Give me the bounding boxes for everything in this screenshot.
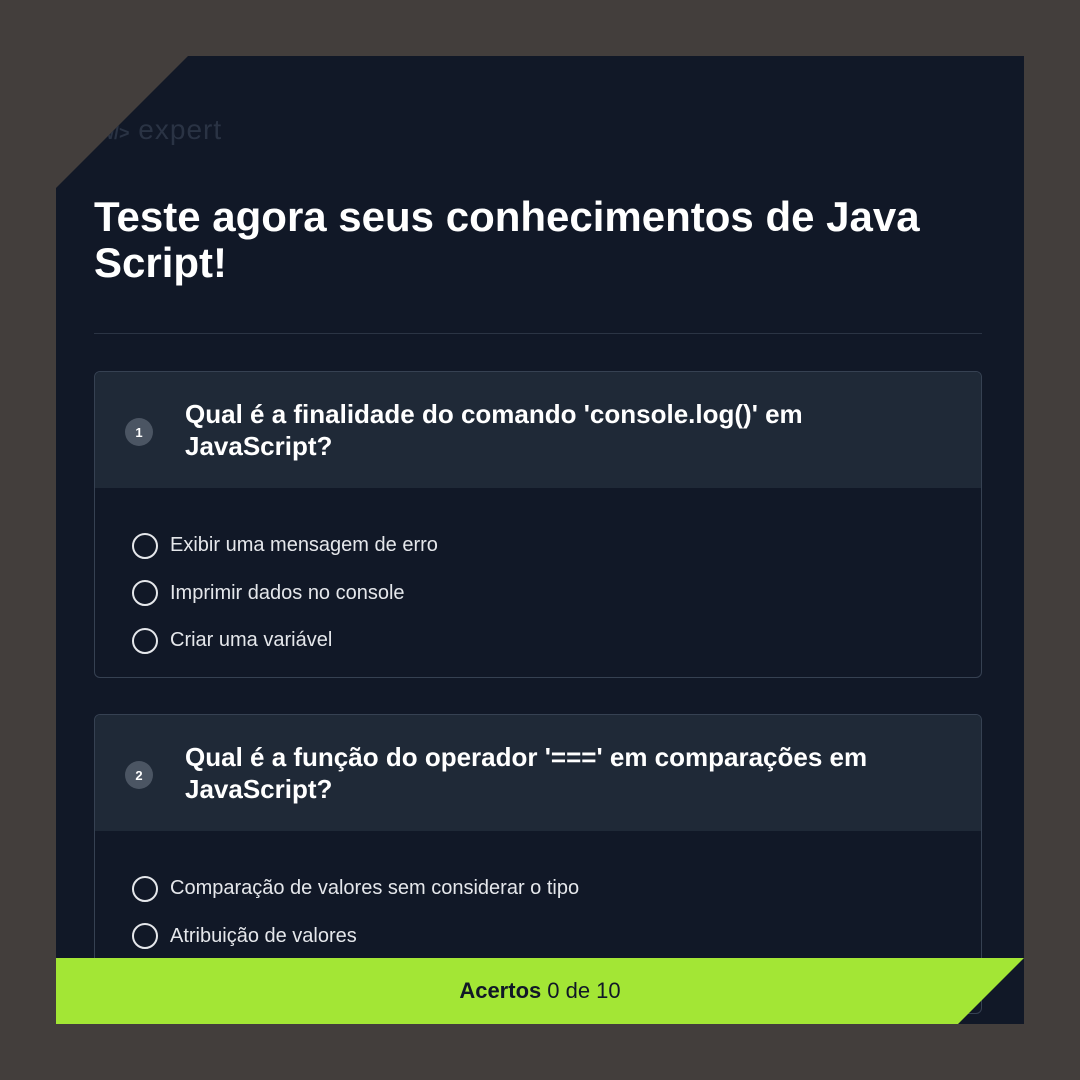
question-text: Qual é a finalidade do comando 'console.… [185, 399, 803, 461]
quiz-frame: nlw/> expert Teste agora seus conhecimen… [56, 56, 1024, 1024]
answer-option[interactable]: Imprimir dados no console [132, 570, 981, 618]
question-number-badge: 1 [125, 418, 153, 446]
answer-label: Criar uma variável [170, 629, 333, 652]
radio-button[interactable] [132, 875, 158, 902]
title-divider [94, 333, 982, 334]
answer-label: Atribuição de valores [170, 924, 357, 947]
answer-option[interactable]: Comparação de valores sem considerar o t… [132, 865, 981, 913]
answer-label: Comparação de valores sem considerar o t… [170, 877, 580, 900]
answer-option[interactable]: Exibir uma mensagem de erro [132, 522, 981, 570]
page-title: Teste agora seus conhecimentos de Java S… [94, 193, 920, 286]
answer-label: Exibir uma mensagem de erro [170, 534, 438, 557]
brand-logo: nlw/> expert [84, 114, 222, 146]
brand-name: expert [138, 114, 223, 145]
question-number-badge: 2 [125, 761, 153, 789]
score-label: Acertos [459, 978, 542, 1003]
answer-option[interactable]: Atribuição de valores [132, 913, 981, 961]
score-bar: Acertos 0 de 10 [56, 958, 1024, 1024]
radio-button[interactable] [132, 627, 158, 654]
question-card: 1 Qual é a finalidade do comando 'consol… [94, 371, 982, 678]
question-header: 2 Qual é a função do operador '===' em c… [95, 715, 981, 831]
radio-button[interactable] [132, 532, 158, 559]
answer-options: Comparação de valores sem considerar o t… [95, 831, 981, 960]
answer-option[interactable]: Criar uma variável [132, 617, 981, 665]
answer-options: Exibir uma mensagem de erro Imprimir dad… [95, 488, 981, 665]
answer-label: Imprimir dados no console [170, 581, 405, 604]
question-header: 1 Qual é a finalidade do comando 'consol… [95, 372, 981, 488]
radio-button[interactable] [132, 580, 158, 607]
question-text: Qual é a função do operador '===' em com… [185, 742, 868, 804]
brand-prefix: nlw/> [84, 123, 130, 143]
radio-button[interactable] [132, 923, 158, 950]
score-value: 0 de 10 [547, 978, 621, 1003]
